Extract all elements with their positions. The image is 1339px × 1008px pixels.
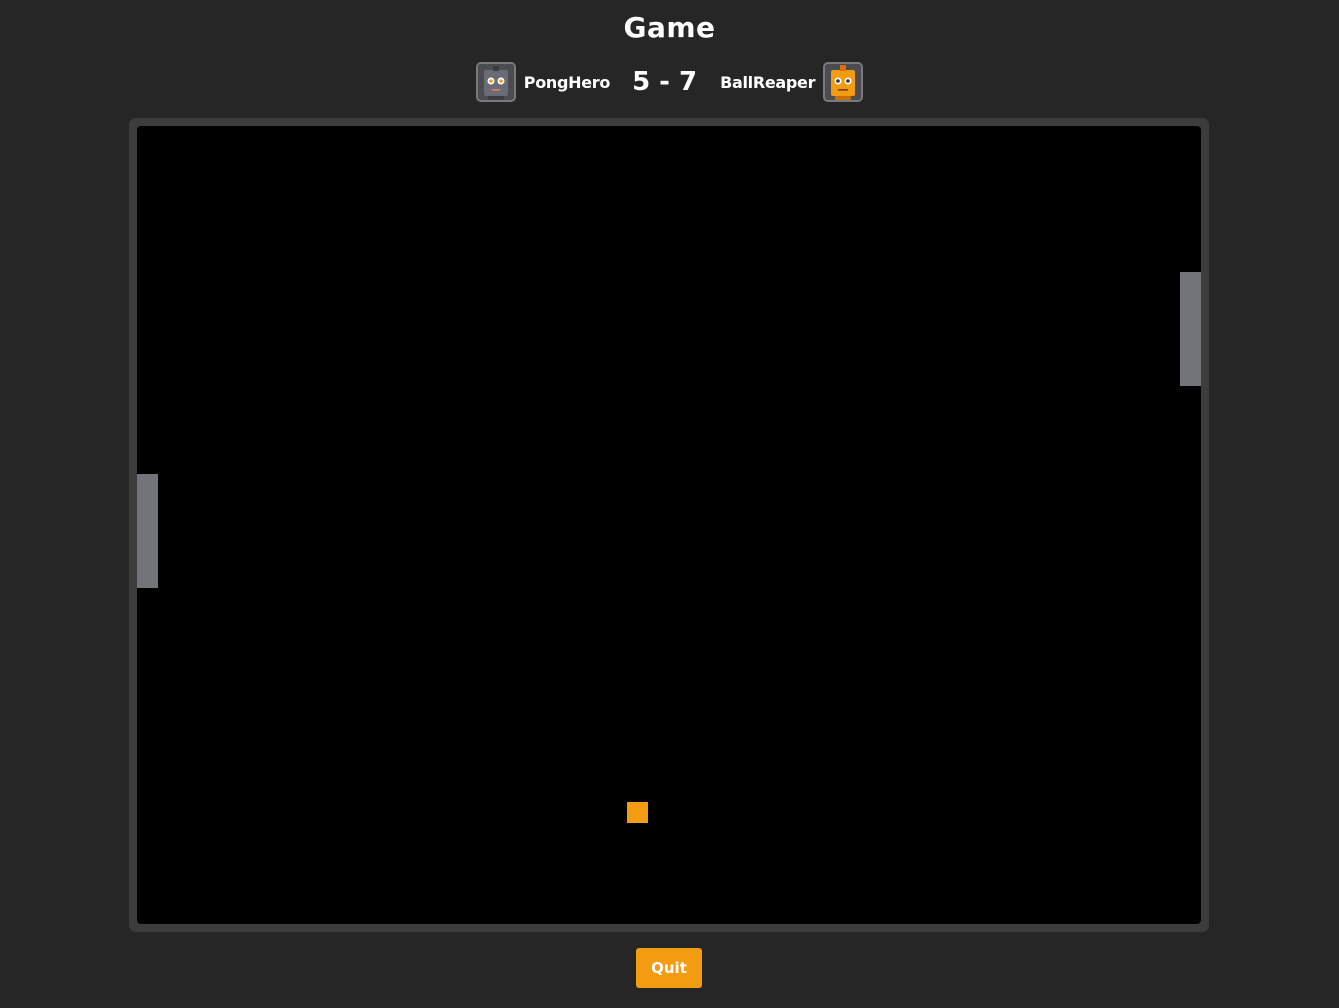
ball [627,802,648,823]
score-separator: - [659,67,671,97]
orange-robot-avatar-icon [823,62,864,102]
score-right: 7 [678,67,699,97]
right-paddle [1180,272,1201,386]
player-left-name: PongHero [523,72,611,92]
score-display: 5 - 7 [632,67,698,97]
left-paddle [137,474,158,588]
player-right: BallReaper [720,62,864,102]
player-left: PongHero [475,62,611,102]
game-board-frame [129,118,1209,932]
quit-button[interactable]: Quit [636,948,702,988]
page-title: Game [623,11,716,44]
player-right-name: BallReaper [720,72,816,92]
game-board[interactable] [137,126,1201,924]
grey-robot-avatar-icon [475,62,516,102]
game-page: Game PongHero 5 - 7 BallReaper Quit [0,0,1339,1008]
scoreboard: PongHero 5 - 7 BallReaper [0,62,1339,102]
score-left: 5 [632,67,652,97]
